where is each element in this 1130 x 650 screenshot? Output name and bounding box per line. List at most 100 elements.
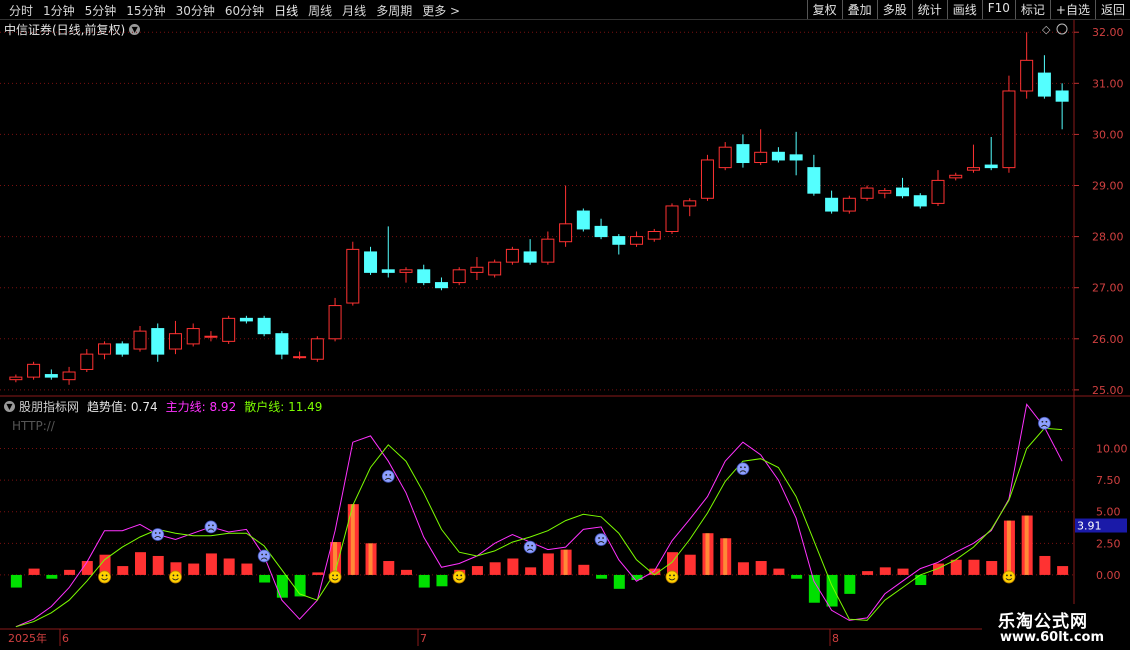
indicator-bar (737, 562, 749, 575)
face-eye (261, 553, 264, 556)
retail-line (15, 427, 1063, 628)
indicator-bar (755, 561, 767, 575)
indicator-bar (259, 574, 271, 583)
face-eye (456, 574, 459, 577)
main-line (15, 403, 1063, 628)
candle-body (931, 179, 945, 204)
face-circle (452, 570, 466, 584)
trend-label: 趋势值: (87, 400, 128, 414)
period-tab-2[interactable]: 5分钟 (80, 2, 122, 19)
period-tab-8[interactable]: 月线 (337, 2, 371, 19)
frown-icon (736, 462, 750, 476)
candle-body (275, 333, 289, 355)
candle-body (239, 317, 253, 322)
face-eye (265, 553, 268, 556)
indicator-bar (915, 574, 927, 586)
indicator-bar (241, 563, 253, 575)
indicator-bar (1057, 566, 1069, 575)
indicator-bar (1039, 555, 1051, 575)
indicator-bar (968, 559, 980, 575)
face-mouth (668, 578, 676, 581)
period-tab-3[interactable]: 15分钟 (121, 2, 170, 19)
indicator-bar (99, 554, 111, 575)
candle-body (293, 356, 307, 359)
face-circle (98, 570, 111, 584)
toolbar-button-8[interactable]: 返回 (1094, 0, 1130, 19)
time-axis-label: 7 (420, 632, 427, 645)
indicator-bar (684, 554, 696, 575)
smile-icon (328, 570, 342, 584)
indicator-bar (330, 542, 342, 575)
indicator-bar (897, 568, 909, 575)
period-tab-0[interactable]: 分时 (4, 2, 38, 19)
face-mouth (1041, 424, 1048, 428)
face-eye (389, 473, 392, 476)
price-axis-label: 25.00 (1092, 384, 1124, 397)
indicator-title: ▼ 股朋指标网 趋势值: 0.74 主力线: 8.92 散户线: 11.49 (4, 398, 322, 415)
face-mouth (384, 477, 392, 481)
indicator-bar (135, 552, 146, 575)
indicator-name: 股朋指标网 (19, 400, 80, 414)
toolbar-button-7[interactable]: +自选 (1049, 0, 1095, 19)
period-tab-7[interactable]: 周线 (303, 2, 337, 19)
face-eye (385, 473, 388, 476)
candle-body (133, 330, 147, 350)
face-eye (460, 574, 463, 577)
face-mouth (455, 578, 463, 581)
candle-body (115, 343, 129, 355)
candle-body (151, 328, 165, 355)
period-tab-9[interactable]: 多周期 (371, 2, 417, 19)
period-tab-10[interactable]: 更多 > (417, 2, 465, 19)
period-tab-6[interactable]: 日线 (269, 2, 303, 19)
indicator-bar (1003, 520, 1015, 575)
time-axis-label: 6 (62, 632, 69, 645)
candle-body (434, 282, 448, 289)
toolbar-button-1[interactable]: 叠加 (841, 0, 877, 19)
indicator-bar (312, 572, 324, 575)
face-circle (665, 570, 679, 584)
candle-body (896, 187, 910, 197)
time-axis-label: 2025年 (8, 631, 47, 645)
indicator-bar (950, 559, 962, 575)
frown-icon (381, 469, 395, 483)
period-tab-4[interactable]: 30分钟 (171, 2, 220, 19)
chart-area: 32.00 31.00 30.00 29.00 28.00 27.00 26.00 25.00… (0, 20, 1130, 646)
face-eye (212, 524, 214, 527)
candle-body (594, 225, 608, 238)
candle-body (505, 248, 519, 263)
candle-body (168, 333, 182, 350)
indicator-bar (117, 566, 129, 575)
frown-icon (257, 549, 271, 563)
indicator-bar (81, 561, 93, 575)
toolbar-button-4[interactable]: 画线 (946, 0, 982, 19)
candle-body (1020, 59, 1034, 92)
face-eye (158, 532, 161, 534)
candle-body (222, 317, 236, 342)
toolbar-button-5[interactable]: F10 (981, 0, 1015, 19)
candle-body (452, 269, 466, 284)
indicator-dropdown-icon[interactable]: ▼ (4, 401, 15, 412)
time-axis-label: 8 (832, 632, 839, 645)
candle-body (984, 164, 998, 169)
candle-body (523, 251, 537, 263)
smile-icon (1002, 570, 1016, 584)
period-tab-1[interactable]: 1分钟 (38, 2, 80, 19)
indicator-bar (808, 574, 820, 603)
face-mouth (331, 578, 339, 581)
face-circle (523, 540, 537, 554)
toolbar-button-2[interactable]: 多股 (876, 0, 912, 19)
candle-body (789, 154, 803, 161)
dropdown-icon[interactable]: ▼ (129, 24, 141, 35)
candle-body (807, 167, 821, 194)
period-tabs: 分时 1分钟 5分钟 15分钟 30分钟 60分钟 日线 周线 月线 多周期 更多 > (4, 2, 465, 19)
period-tab-5[interactable]: 60分钟 (220, 2, 269, 19)
toolbar-button-3[interactable]: 统计 (911, 0, 947, 19)
face-eye (740, 466, 742, 469)
candle-body (949, 174, 963, 179)
toolbar-button-6[interactable]: 标记 (1014, 0, 1050, 19)
face-circle (1002, 570, 1016, 584)
face-circle (257, 549, 271, 563)
toolbar-button-0[interactable]: 复权 (806, 0, 842, 19)
stock-title-text: 中信证券(日线,前复权) (4, 23, 126, 37)
face-eye (527, 544, 530, 547)
